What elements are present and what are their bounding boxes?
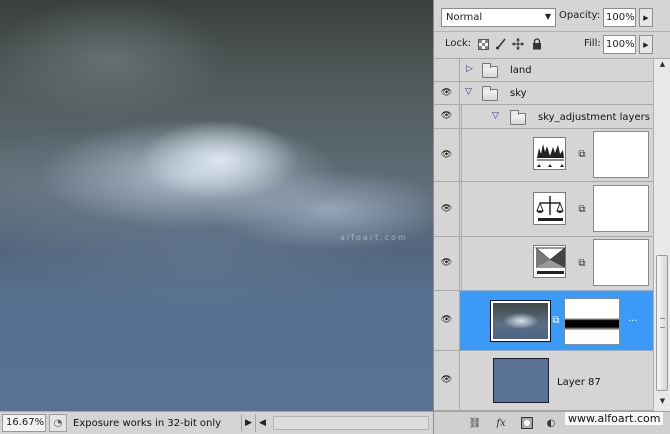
lock-pixels-brush-icon[interactable] <box>494 37 508 51</box>
link-layers-icon[interactable]: ⛓ <box>468 416 482 430</box>
eye-icon: 👁 <box>440 149 453 160</box>
add-mask-icon[interactable] <box>520 416 534 430</box>
lock-transparency-icon[interactable] <box>476 37 490 51</box>
mask-link-icon[interactable]: ⧉ <box>578 204 586 216</box>
visibility-toggle[interactable]: 👁 <box>434 129 460 181</box>
indent-guide <box>461 105 462 128</box>
layer-fill-thumbnail[interactable] <box>493 358 549 403</box>
blend-options-row: Normal ▼ Opacity: 100% ▶ <box>434 0 670 32</box>
visibility-toggle[interactable]: 👁 <box>434 82 460 104</box>
eye-icon: 👁 <box>440 111 453 121</box>
visibility-toggle[interactable]: 👁 <box>434 351 460 410</box>
fill-label: Fill: <box>584 38 601 49</box>
footer-watermark: www.alfoart.com <box>565 412 664 425</box>
horizontal-scrollbar[interactable] <box>273 416 429 430</box>
layer-row-sky-adjustment-layers[interactable]: 👁 ▽ sky_adjustment layers <box>434 105 653 129</box>
layer-style-fx-icon[interactable]: fx <box>494 416 508 430</box>
eye-icon: 👁 <box>440 315 453 325</box>
layer-mask-thumbnail[interactable] <box>564 298 620 345</box>
folder-icon <box>510 110 526 125</box>
visibility-toggle[interactable]: 👁 <box>434 182 460 236</box>
layer-row-gradient-map-adjustment[interactable]: 👁 ⧉ <box>434 237 653 291</box>
layer-mask-thumbnail[interactable] <box>593 185 649 232</box>
indent-guide <box>461 129 462 181</box>
layers-panel-footer: ⛓ fx ◐ www.alfoart.com <box>434 411 670 434</box>
sky-image[interactable] <box>0 0 433 411</box>
exposure-icon <box>533 192 566 225</box>
layer-row-levels-adjustment[interactable]: 👁 ⧉ <box>434 129 653 182</box>
layer-name: sky <box>510 88 527 99</box>
eye-icon: 👁 <box>440 87 453 98</box>
gradient-map-icon <box>533 245 566 278</box>
layer-row-exposure-adjustment[interactable]: 👁 ⧉ <box>434 182 653 237</box>
indent-guide <box>461 182 462 236</box>
layer-mask-thumbnail[interactable] <box>593 131 649 178</box>
visibility-toggle[interactable]: 👁 <box>434 237 460 290</box>
status-info-text: Exposure works in 32-bit only <box>73 417 222 429</box>
blend-mode-value: Normal <box>446 12 483 23</box>
layer-row-sky[interactable]: 👁 ▽ sky <box>434 82 653 105</box>
layers-list: ▷ land 👁 ▽ sky 👁 ▽ sky_adjustment layers… <box>434 59 653 411</box>
fill-slider-button[interactable]: ▶ <box>639 35 653 54</box>
layer-name: sky_adjustment layers <box>538 112 650 123</box>
mask-link-icon[interactable]: ⧉ <box>578 149 586 161</box>
opacity-slider-button[interactable]: ▶ <box>639 8 653 27</box>
layer-image-thumbnail[interactable] <box>490 300 551 342</box>
sky-thumbnail-image <box>493 303 548 339</box>
levels-icon <box>533 137 566 170</box>
lock-label: Lock: <box>445 38 472 49</box>
layer-name: Layer 87 <box>557 377 601 388</box>
scroll-up-icon[interactable]: ▲ <box>656 60 669 72</box>
eye-icon: 👁 <box>440 258 453 268</box>
status-menu-arrow-icon[interactable]: ▶ <box>241 414 255 432</box>
chevron-down-icon: ▼ <box>544 12 551 21</box>
more-dots-icon: ··· <box>628 316 638 327</box>
layer-row-layer-87[interactable]: 👁 Layer 87 <box>434 351 653 411</box>
visibility-toggle[interactable]: 👁 <box>434 105 460 128</box>
document-canvas[interactable]: alfoart.com <box>0 0 433 411</box>
layers-scrollbar[interactable]: ▲ ▼ <box>653 59 670 411</box>
lock-all-icon[interactable] <box>530 37 544 51</box>
eye-icon: 👁 <box>440 203 453 214</box>
layer-name: land <box>510 65 532 76</box>
layer-row-land[interactable]: ▷ land <box>434 59 653 82</box>
mask-link-icon[interactable]: ⧉ <box>552 315 560 327</box>
expand-triangle-icon[interactable]: ▷ <box>466 64 473 74</box>
folder-icon <box>482 63 498 78</box>
layer-mask-thumbnail[interactable] <box>593 239 649 286</box>
indent-guide <box>461 237 462 290</box>
zoom-field[interactable]: 16.67% <box>2 414 46 432</box>
layers-panel: Normal ▼ Opacity: 100% ▶ Lock: Fill: 100… <box>433 0 670 434</box>
visibility-toggle[interactable]: 👁 <box>434 291 460 350</box>
fill-input[interactable]: 100% <box>603 35 636 54</box>
status-info-icon[interactable]: ◔ <box>49 414 67 432</box>
collapse-triangle-icon[interactable]: ▽ <box>465 87 472 97</box>
opacity-input[interactable]: 100% <box>603 8 636 27</box>
visibility-toggle-empty[interactable] <box>434 59 460 81</box>
opacity-label: Opacity: <box>559 10 601 21</box>
fill-color-swatch <box>494 359 548 402</box>
canvas-watermark: alfoart.com <box>340 233 408 242</box>
layer-row-sky-image-selected[interactable]: 👁 ⧉ ··· <box>434 291 653 351</box>
lock-options-row: Lock: Fill: 100% ▶ <box>434 32 670 59</box>
lock-position-move-icon[interactable] <box>511 37 525 51</box>
mask-link-icon[interactable]: ⧉ <box>578 258 586 270</box>
blend-mode-select[interactable]: Normal ▼ <box>441 8 556 27</box>
collapse-triangle-icon[interactable]: ▽ <box>492 111 499 121</box>
adjustment-layer-icon[interactable]: ◐ <box>544 416 558 430</box>
scroll-left-arrow-icon[interactable]: ◀ <box>255 414 269 432</box>
scrollbar-thumb[interactable] <box>656 255 668 391</box>
scroll-down-icon[interactable]: ▼ <box>656 397 669 409</box>
eye-icon: 👁 <box>440 375 453 385</box>
status-bar: 16.67% ◔ Exposure works in 32-bit only ▶… <box>0 411 433 434</box>
folder-icon <box>482 86 498 101</box>
